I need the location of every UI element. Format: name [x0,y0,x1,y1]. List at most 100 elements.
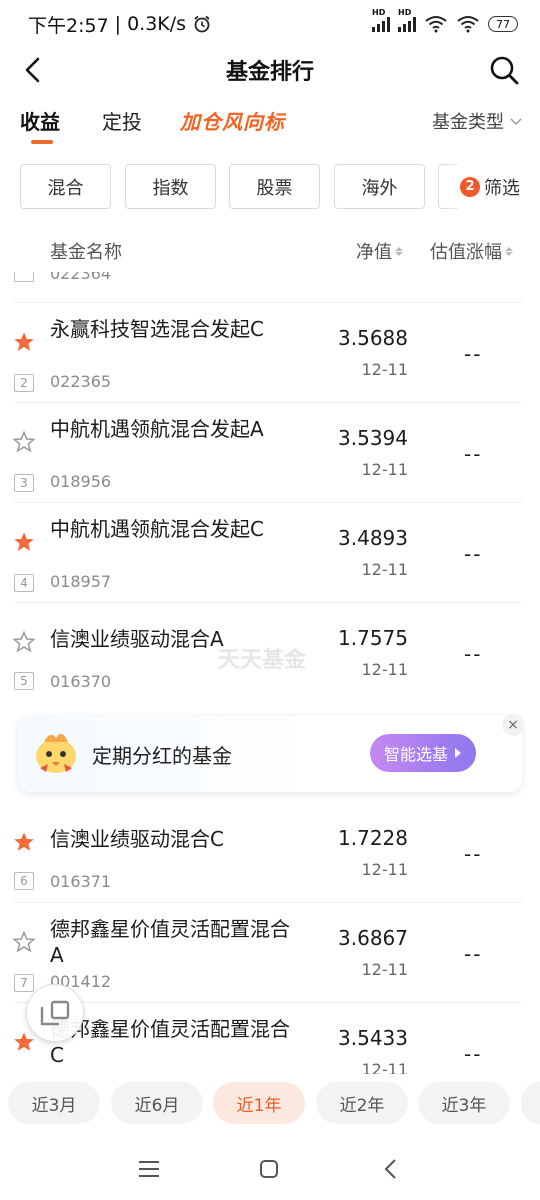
fund-name: 中航机遇领航混合发起C [50,517,264,541]
period-6m[interactable]: 近6月 [111,1082,203,1124]
fund-nav: 3.5433 [338,1026,408,1050]
status-speed: 0.3K/s [127,13,187,35]
fund-change: -- [464,942,483,966]
fund-code: 016371 [50,872,112,891]
col-nav-label: 净值 [356,242,392,263]
sort-icon [395,246,403,256]
fund-change: -- [464,642,483,666]
window-switch-icon [40,1000,70,1026]
col-change-sort[interactable]: 估值涨幅 [430,238,513,264]
fund-nav-date: 12-11 [361,560,409,579]
battery-icon: 77 [488,16,518,32]
filter-button[interactable]: 2 筛选 [458,164,540,209]
col-fund-name: 基金名称 [50,242,122,263]
rank-badge: 5 [14,672,34,690]
smart-select-label: 智能选基 [383,745,448,764]
play-arrow-icon [455,748,461,758]
period-3m[interactable]: 近3月 [8,1082,100,1124]
status-left: 下午2:57 | 0.3K/s [28,11,212,38]
status-bar: 下午2:57 | 0.3K/s HD HD 77 [0,0,540,48]
smart-select-button[interactable]: 智能选基 [370,734,476,772]
floating-button[interactable] [26,984,84,1042]
table-row[interactable]: 3 中航机遇领航混合发起A 018956 3.5394 12-11 -- [0,402,540,502]
star-outline-icon[interactable] [12,630,36,654]
back-nav-icon[interactable] [376,1154,406,1184]
tab-promo[interactable]: 加仓风向标 [180,106,285,135]
fund-change: -- [464,542,483,566]
menu-icon[interactable] [134,1154,164,1184]
period-1y[interactable]: 近1年 [213,1082,305,1124]
row-divider [14,502,522,503]
col-nav-sort[interactable]: 净值 [356,238,403,264]
ad-card[interactable]: 定期分红的基金 智能选基 × [18,714,524,792]
sort-icon [505,246,513,256]
chip-partial[interactable] [438,164,458,209]
column-header: 基金名称 净值 估值涨幅 [0,228,540,272]
fund-nav-date: 12-11 [361,960,409,979]
status-divider: | [114,13,122,35]
fund-nav-date: 12-11 [361,360,409,379]
fund-code: 018956 [50,472,112,491]
rank-badge: 2 [14,374,34,392]
back-icon[interactable] [16,52,52,88]
fund-name: 中航机遇领航混合发起A [50,417,264,441]
row-divider [14,402,522,403]
fund-name: 德邦鑫星价值灵活配置混合A [50,917,290,967]
period-partial[interactable] [521,1082,540,1124]
star-filled-icon[interactable] [12,830,36,854]
rank-badge: 7 [14,974,34,992]
fund-change: -- [464,442,483,466]
star-filled-icon[interactable] [12,530,36,554]
chip-mixed[interactable]: 混合 [20,164,111,209]
tab-fixed-invest[interactable]: 定投 [102,106,142,135]
fund-list: 022364 2 永赢科技智选混合发起C 022365 3.5688 12-11… [0,272,540,1074]
wifi-icon [425,16,447,33]
tab-active-indicator [31,140,53,144]
fund-nav: 3.5688 [338,326,408,350]
table-row[interactable]: 2 永赢科技智选混合发起C 022365 3.5688 12-11 -- [0,302,540,402]
fund-nav: 3.5394 [338,426,408,450]
home-icon[interactable] [254,1154,284,1184]
signal-icon: HD [372,8,390,32]
status-time: 下午2:57 [28,14,109,37]
row-divider [14,1002,522,1003]
period-2y[interactable]: 近2年 [316,1082,408,1124]
chip-stock[interactable]: 股票 [229,164,320,209]
main-tabs: 收益 定投 加仓风向标 基金类型 [0,100,540,146]
star-outline-icon[interactable] [12,430,36,454]
chip-overseas[interactable]: 海外 [334,164,425,209]
system-nav-bar [0,1140,540,1200]
fund-code: 022364 [50,272,112,283]
fund-change: -- [464,842,483,866]
fund-change: -- [464,342,483,366]
fund-code: 022365 [50,372,112,391]
rank-badge [14,272,34,282]
fund-type-dropdown[interactable]: 基金类型 [432,108,522,134]
wifi-icon [457,16,479,33]
category-chips: 混合 指数 股票 海外 2 筛选 [20,164,540,210]
hd-label: HD [398,8,412,17]
table-row[interactable]: 7 德邦鑫星价值灵活配置混合A 001412 3.6867 12-11 -- [0,902,540,1002]
fund-nav-date: 12-11 [361,460,409,479]
table-row[interactable]: 4 中航机遇领航混合发起C 018957 3.4893 12-11 -- [0,502,540,602]
star-filled-icon[interactable] [12,1030,36,1054]
chip-index[interactable]: 指数 [125,164,216,209]
fund-name: 永赢科技智选混合发起C [50,317,264,341]
fund-nav-date: 12-11 [361,860,409,879]
watermark: 天天基金 [218,647,307,673]
period-3y[interactable]: 近3年 [418,1082,510,1124]
close-icon[interactable]: × [502,714,524,736]
filter-count-badge: 2 [460,176,480,197]
row-divider [14,902,522,903]
fund-nav: 3.6867 [338,926,408,950]
star-outline-icon[interactable] [12,930,36,954]
alarm-icon [194,15,210,33]
row-divider [14,302,522,303]
search-icon[interactable] [486,52,522,88]
star-filled-icon[interactable] [12,330,36,354]
fund-type-label: 基金类型 [432,112,504,133]
table-row[interactable]: 6 信澳业绩驱动混合C 016371 1.7228 12-11 -- [0,802,540,902]
tab-returns[interactable]: 收益 [20,106,60,135]
fund-nav: 1.7228 [338,826,408,850]
status-right: HD HD 77 [372,8,518,33]
